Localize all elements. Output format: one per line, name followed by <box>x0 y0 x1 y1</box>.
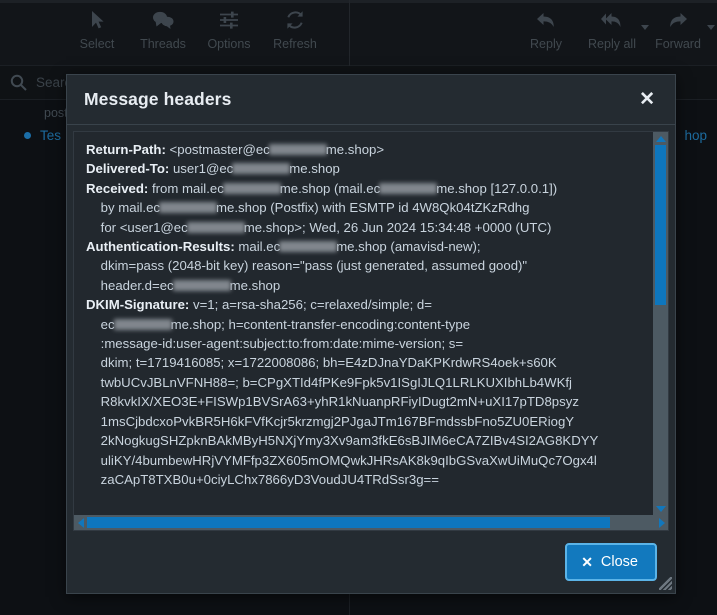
toolbar-button-select[interactable]: Select <box>64 8 130 51</box>
redacted-domain <box>172 279 231 291</box>
horizontal-scrollbar-thumb[interactable] <box>87 517 610 528</box>
list-item[interactable]: Tes <box>24 128 61 143</box>
redacted-domain <box>232 163 291 175</box>
toolbar-separator <box>349 0 350 66</box>
dialog-footer: ✕ Close <box>67 531 675 593</box>
cursor-arrow-icon <box>85 8 109 32</box>
toolbar-button-reply-all-label: Reply all <box>588 37 636 51</box>
toolbar-button-refresh[interactable]: Refresh <box>262 8 328 51</box>
list-item-sender: post <box>44 106 68 120</box>
sliders-icon <box>217 8 241 32</box>
toolbar-left-group: Select Threads Options Refresh <box>64 8 328 51</box>
message-headers-dialog: Message headers ✕ Return-Path: <postmast… <box>66 74 676 594</box>
toolbar-button-threads[interactable]: Threads <box>130 8 196 51</box>
redacted-domain <box>279 241 338 253</box>
redacted-domain <box>222 182 281 194</box>
redacted-domain <box>186 221 245 233</box>
caret-left-icon[interactable] <box>74 515 87 530</box>
unread-dot-icon <box>24 132 31 139</box>
toolbar-button-reply[interactable]: Reply <box>513 8 579 51</box>
list-item-subject: Tes <box>40 128 62 143</box>
refresh-icon <box>283 8 307 32</box>
reply-arrow-icon <box>534 8 558 32</box>
horizontal-scrollbar[interactable] <box>74 515 668 530</box>
toolbar-top-divider <box>0 0 717 3</box>
toolbar-button-select-label: Select <box>79 37 115 51</box>
toolbar-button-forward-label: Forward <box>655 37 701 51</box>
close-icon[interactable]: ✕ <box>635 88 659 111</box>
close-button[interactable]: ✕ Close <box>565 543 657 581</box>
toolbar-button-options[interactable]: Options <box>196 8 262 51</box>
caret-up-icon[interactable] <box>653 132 668 145</box>
dialog-titlebar[interactable]: Message headers ✕ <box>67 75 675 125</box>
speech-bubbles-icon <box>151 8 175 32</box>
vertical-scrollbar[interactable] <box>653 132 668 515</box>
toolbar-right-group: Reply Reply all Forward <box>513 8 715 51</box>
redacted-domain <box>268 144 327 155</box>
redacted-domain <box>379 182 438 194</box>
headers-scroll-area[interactable]: Return-Path: <postmaster@ec me.shop> Deli… <box>74 132 668 515</box>
close-button-label: Close <box>600 554 638 570</box>
caret-down-icon[interactable] <box>653 502 668 515</box>
chevron-down-icon[interactable] <box>707 25 715 30</box>
reply-all-arrow-icon <box>600 8 624 32</box>
close-x-icon: ✕ <box>581 554 593 570</box>
headers-text: Return-Path: <postmaster@ec me.shop> Deli… <box>86 142 599 487</box>
forward-arrow-icon <box>666 8 690 32</box>
vertical-scrollbar-thumb[interactable] <box>655 145 666 305</box>
toolbar-button-options-label: Options <box>207 37 251 51</box>
horizontal-scrollbar-track[interactable] <box>87 515 655 530</box>
toolbar-button-reply-all[interactable]: Reply all <box>579 8 649 51</box>
app-root: Select Threads Options Refresh Reply Rep… <box>0 0 717 615</box>
redacted-domain <box>113 318 172 330</box>
vertical-scrollbar-track[interactable] <box>653 145 668 502</box>
dialog-body: Return-Path: <postmaster@ec me.shop> Deli… <box>67 125 675 531</box>
toolbar-button-forward[interactable]: Forward <box>645 8 715 51</box>
dialog-title: Message headers <box>84 89 232 109</box>
resize-grip[interactable] <box>659 577 672 590</box>
search-icon <box>10 74 27 91</box>
toolbar: Select Threads Options Refresh Reply Rep… <box>0 0 717 66</box>
toolbar-button-threads-label: Threads <box>140 37 186 51</box>
caret-right-icon[interactable] <box>655 515 668 530</box>
headers-panel: Return-Path: <postmaster@ec me.shop> Deli… <box>73 131 669 531</box>
redacted-domain <box>159 202 218 214</box>
toolbar-button-reply-label: Reply <box>530 37 562 51</box>
list-item-domain-link[interactable]: hop <box>684 128 707 143</box>
toolbar-button-refresh-label: Refresh <box>273 37 317 51</box>
